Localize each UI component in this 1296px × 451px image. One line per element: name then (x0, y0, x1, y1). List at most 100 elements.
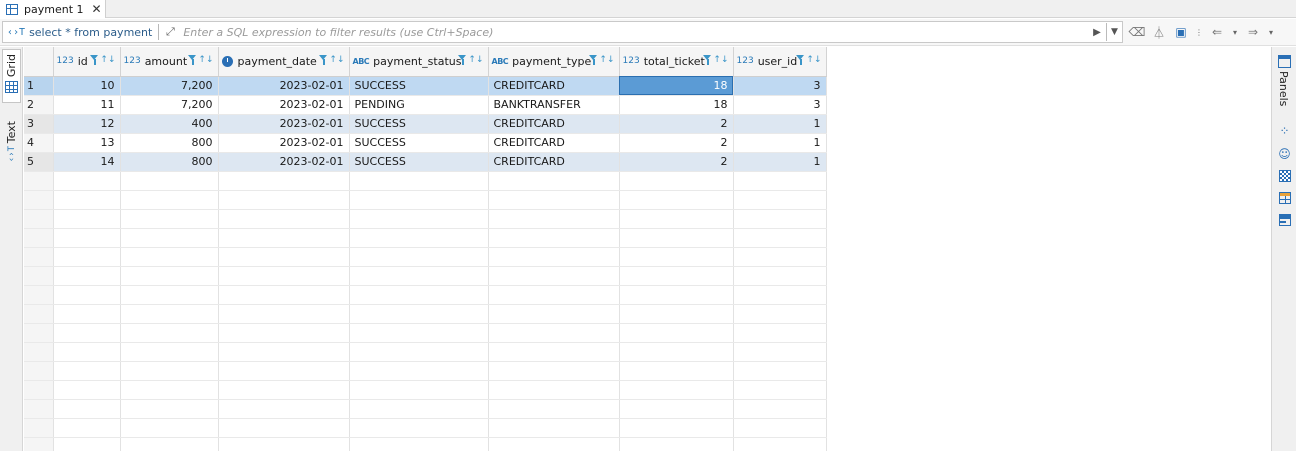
filter-history-dropdown[interactable]: ▼ (1106, 23, 1122, 41)
filter-input[interactable] (183, 23, 1088, 41)
empty-row (24, 209, 827, 229)
sort-icon[interactable]: ↑↓ (599, 56, 614, 65)
cell-payment-type[interactable]: BANKTRANSFER (488, 95, 620, 115)
cell-payment-date[interactable]: 2023-02-01 (218, 76, 350, 96)
sort-icon[interactable]: ↑↓ (713, 56, 728, 65)
sort-icon[interactable]: ↑↓ (468, 56, 483, 65)
row-number[interactable]: 5 (24, 152, 54, 172)
grouping-panel-icon[interactable] (1277, 168, 1292, 183)
table-row[interactable]: 2 11 7,200 2023-02-01 PENDING BANKTRANSF… (24, 95, 827, 115)
filter-icon[interactable] (589, 55, 598, 66)
cell-amount[interactable]: 7,200 (120, 76, 219, 96)
save-filter-icon[interactable]: ▣ (1172, 23, 1190, 41)
more-options-icon[interactable]: ⋮ (1194, 23, 1204, 41)
references-panel-icon[interactable] (1277, 212, 1292, 227)
column-header-payment-type[interactable]: ABC payment_type ↑↓ (488, 47, 620, 77)
query-label[interactable]: ‹›T select * from payment (3, 22, 152, 42)
cell-user-id[interactable]: 1 (733, 152, 827, 172)
cell-payment-date[interactable]: 2023-02-01 (218, 114, 350, 134)
sort-icon[interactable]: ↑↓ (100, 56, 115, 65)
forward-arrow-icon[interactable]: ⇒ (1244, 23, 1262, 41)
cell-amount[interactable]: 400 (120, 114, 219, 134)
column-header-id[interactable]: 123 id ↑↓ (53, 47, 121, 77)
row-number[interactable]: 3 (24, 114, 54, 134)
metadata-panel-icon[interactable]: ⁘ (1277, 123, 1292, 138)
grid-view-tab[interactable]: Grid (2, 49, 21, 103)
expand-filter-icon[interactable]: ⤢ (163, 25, 177, 39)
cell-payment-type[interactable]: CREDITCARD (488, 152, 620, 172)
cell-total-ticket[interactable]: 2 (619, 133, 734, 153)
column-filter-sort[interactable]: ↑↓ (188, 55, 214, 66)
cell-payment-status[interactable]: SUCCESS (349, 114, 489, 134)
column-header-payment-date[interactable]: payment_date ↑↓ (218, 47, 350, 77)
clear-filter-icon[interactable]: ⏃ (1150, 23, 1168, 41)
filter-icon[interactable] (90, 55, 99, 66)
cell-total-ticket[interactable]: 18 (619, 95, 734, 115)
cell-payment-type[interactable]: CREDITCARD (488, 76, 620, 96)
column-filter-sort[interactable]: ↑↓ (319, 55, 345, 66)
value-viewer-icon[interactable]: ☺ (1277, 146, 1292, 161)
column-filter-sort[interactable]: ↑↓ (458, 55, 484, 66)
forward-dropdown-icon[interactable]: ▾ (1266, 23, 1276, 41)
column-header-user-id[interactable]: 123 user_id ↑↓ (733, 47, 827, 77)
close-tab-icon[interactable]: ✕ (92, 2, 102, 16)
cell-payment-status[interactable]: SUCCESS (349, 133, 489, 153)
column-filter-sort[interactable]: ↑↓ (90, 55, 116, 66)
column-filter-sort[interactable]: ↑↓ (589, 55, 615, 66)
cell-user-id[interactable]: 3 (733, 76, 827, 96)
sort-icon[interactable]: ↑↓ (198, 56, 213, 65)
column-header-amount[interactable]: 123 amount ↑↓ (120, 47, 219, 77)
column-header-total-ticket[interactable]: 123 total_ticket ↑↓ (619, 47, 734, 77)
panels-label[interactable]: Panels (1277, 71, 1290, 106)
cell-amount[interactable]: 7,200 (120, 95, 219, 115)
row-number[interactable]: 1 (24, 76, 54, 96)
cell-id[interactable]: 11 (53, 95, 121, 115)
cell-payment-date[interactable]: 2023-02-01 (218, 95, 350, 115)
cell-payment-status[interactable]: PENDING (349, 95, 489, 115)
cell-id[interactable]: 12 (53, 114, 121, 134)
panels-icon[interactable] (1278, 55, 1291, 68)
cell-payment-type[interactable]: CREDITCARD (488, 114, 620, 134)
tab-payment-1[interactable]: payment 1 ✕ (0, 0, 106, 18)
cell-id[interactable]: 10 (53, 76, 121, 96)
apply-filter-button[interactable]: ▶ (1088, 23, 1106, 41)
filter-icon[interactable] (188, 55, 197, 66)
cell-payment-type[interactable]: CREDITCARD (488, 133, 620, 153)
cell-payment-status[interactable]: SUCCESS (349, 152, 489, 172)
table-row[interactable]: 4 13 800 2023-02-01 SUCCESS CREDITCARD 2… (24, 133, 827, 153)
column-filter-sort[interactable]: ↑↓ (796, 55, 822, 66)
text-view-tab[interactable]: Text ‹›T (2, 117, 21, 167)
cell-payment-date[interactable]: 2023-02-01 (218, 152, 350, 172)
cell-user-id[interactable]: 1 (733, 133, 827, 153)
cell-id[interactable]: 13 (53, 133, 121, 153)
sort-icon[interactable]: ↑↓ (806, 56, 821, 65)
row-number[interactable]: 4 (24, 133, 54, 153)
cell-total-ticket[interactable]: 18 (619, 76, 734, 96)
sort-icon[interactable]: ↑↓ (329, 56, 344, 65)
filter-icon[interactable] (458, 55, 467, 66)
corner-cell[interactable] (24, 47, 54, 77)
calc-panel-icon[interactable] (1277, 190, 1292, 205)
row-number[interactable]: 2 (24, 95, 54, 115)
column-filter-sort[interactable]: ↑↓ (703, 55, 729, 66)
table-row[interactable]: 5 14 800 2023-02-01 SUCCESS CREDITCARD 2… (24, 152, 827, 172)
table-row[interactable]: 3 12 400 2023-02-01 SUCCESS CREDITCARD 2… (24, 114, 827, 134)
sql-query-icon: ‹›T (7, 26, 26, 38)
cell-id[interactable]: 14 (53, 152, 121, 172)
back-dropdown-icon[interactable]: ▾ (1230, 23, 1240, 41)
column-header-payment-status[interactable]: ABC payment_status ↑↓ (349, 47, 489, 77)
back-arrow-icon[interactable]: ⇐ (1208, 23, 1226, 41)
cell-amount[interactable]: 800 (120, 133, 219, 153)
cell-total-ticket[interactable]: 2 (619, 114, 734, 134)
filter-icon[interactable] (796, 55, 805, 66)
cell-payment-date[interactable]: 2023-02-01 (218, 133, 350, 153)
table-row[interactable]: 1 10 7,200 2023-02-01 SUCCESS CREDITCARD… (24, 76, 827, 96)
cell-total-ticket[interactable]: 2 (619, 152, 734, 172)
eraser-icon[interactable]: ⌫ (1128, 23, 1146, 41)
filter-icon[interactable] (703, 55, 712, 66)
filter-icon[interactable] (319, 55, 328, 66)
cell-user-id[interactable]: 3 (733, 95, 827, 115)
cell-payment-status[interactable]: SUCCESS (349, 76, 489, 96)
cell-amount[interactable]: 800 (120, 152, 219, 172)
cell-user-id[interactable]: 1 (733, 114, 827, 134)
